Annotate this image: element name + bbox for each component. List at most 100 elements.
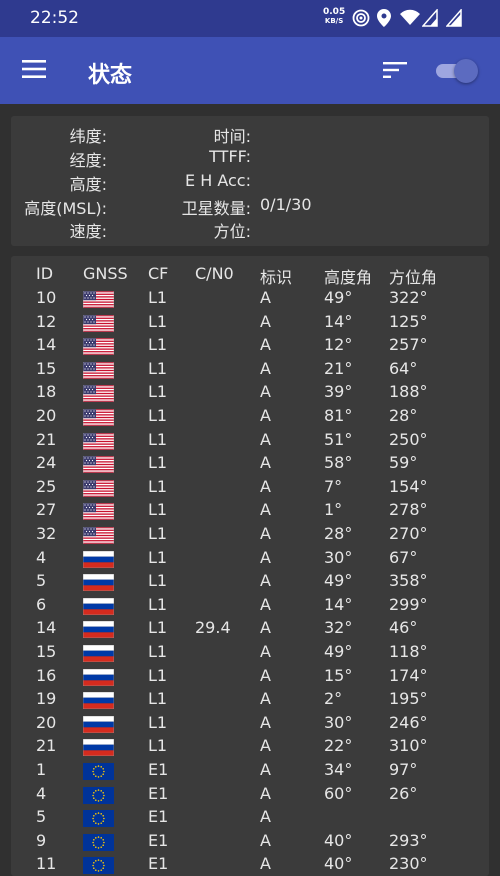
table-row: 20 L1 A 30° 246°: [11, 713, 489, 737]
table-row: 20 L1 A 81° 28°: [11, 406, 489, 430]
table-row: 4 L1 A 30° 67°: [11, 548, 489, 572]
header-azimuth[interactable]: 方位角: [389, 264, 437, 288]
sat-elevation: 81°: [324, 406, 353, 425]
sat-flags: A: [260, 571, 271, 591]
sat-cf: L1: [148, 311, 168, 331]
sat-id: 14: [36, 618, 57, 638]
table-row: 5 L1 A 49° 358°: [11, 571, 489, 595]
sat-elevation: 28°: [324, 524, 353, 543]
table-row: 14 L1 29.4 A 32° 46°: [11, 618, 489, 642]
sat-cf: L1: [148, 288, 168, 307]
sat-id: 24: [36, 453, 57, 473]
sat-azimuth: 230°: [389, 854, 428, 874]
sat-cf: L1: [148, 382, 168, 402]
sat-azimuth: 246°: [389, 712, 428, 732]
sat-azimuth: 293°: [389, 830, 428, 850]
header-cn0[interactable]: C/N0: [195, 264, 234, 283]
us-flag-icon: [83, 338, 114, 356]
table-row: 19 L1 A 2° 195°: [11, 689, 489, 713]
sat-elevation: 2°: [324, 689, 343, 709]
eu-flag-icon: [83, 810, 114, 828]
sat-cf: L1: [148, 642, 168, 661]
header-gnss[interactable]: GNSS: [83, 264, 128, 283]
sat-cf: E1: [148, 760, 169, 779]
sat-elevation: 12°: [324, 335, 353, 355]
header-flags[interactable]: 标识: [260, 264, 292, 288]
us-flag-icon: [83, 527, 114, 544]
sat-cf: L1: [148, 406, 168, 425]
altitude-msl-label: 高度(MSL):: [24, 199, 107, 218]
sort-icon[interactable]: [383, 61, 407, 79]
sat-azimuth: 358°: [389, 571, 428, 591]
sat-cf: E1: [148, 783, 169, 803]
signal-icon: [421, 8, 438, 31]
sat-id: 19: [36, 689, 57, 709]
sat-flags: A: [260, 500, 271, 520]
sat-azimuth: 118°: [389, 642, 428, 661]
table-row: 6 L1 A 14° 299°: [11, 595, 489, 619]
sat-id: 32: [36, 524, 57, 543]
table-row: 21 L1 A 22° 310°: [11, 736, 489, 760]
net-speed-unit: KB/S: [324, 17, 344, 25]
sat-azimuth: 310°: [389, 736, 428, 756]
speed-label: 速度:: [69, 222, 107, 241]
russia-flag-icon: [83, 668, 114, 686]
altitude-label: 高度:: [69, 175, 107, 194]
tracking-toggle[interactable]: [436, 59, 478, 83]
sat-azimuth: 28°: [389, 406, 418, 425]
sat-flags: A: [260, 736, 271, 756]
header-id[interactable]: ID: [36, 264, 53, 283]
sat-elevation: 40°: [324, 854, 353, 874]
header-cf[interactable]: CF: [148, 264, 168, 283]
sat-flags: A: [260, 783, 271, 803]
status-bar: 22:52 0.05 KB/S: [0, 0, 500, 37]
location-info-card: 纬度: 时间: 经度: TTFF: 高度: E H Acc: 高度(MSL): …: [11, 116, 489, 246]
sat-elevation: 39°: [324, 382, 353, 402]
sat-azimuth: 67°: [389, 547, 418, 567]
table-row: 5 E1 A: [11, 807, 489, 831]
sat-flags: A: [260, 382, 271, 402]
header-elevation[interactable]: 高度角: [324, 264, 372, 288]
sat-elevation: 14°: [324, 594, 353, 614]
sat-elevation: 1°: [324, 500, 343, 520]
sat-flags: A: [260, 830, 271, 850]
sat-azimuth: 322°: [389, 288, 428, 307]
sat-count-value: 0/1/30: [260, 195, 312, 214]
sat-flags: A: [260, 288, 271, 307]
sat-id: 9: [36, 830, 47, 850]
sat-azimuth: 195°: [389, 689, 428, 709]
russia-flag-icon: [83, 550, 114, 568]
menu-icon[interactable]: [22, 59, 46, 79]
page-title: 状态: [88, 63, 133, 88]
sat-id: 5: [36, 571, 47, 591]
sat-flags: A: [260, 406, 271, 425]
info-row-4: 高度(MSL): 卫星数量: 0/1/30: [11, 195, 489, 219]
table-row: 9 E1 A 40° 293°: [11, 831, 489, 855]
sat-id: 27: [36, 500, 57, 520]
info-row-1: 纬度: 时间:: [11, 123, 489, 147]
status-time: 22:52: [30, 8, 79, 28]
sat-elevation: 30°: [324, 547, 353, 567]
sat-id: 5: [36, 807, 47, 827]
us-flag-icon: [83, 409, 114, 426]
info-row-5: 速度: 方位:: [11, 218, 489, 242]
sat-id: 20: [36, 406, 57, 425]
table-row: 25 L1 A 7° 154°: [11, 477, 489, 501]
location-icon: [377, 9, 391, 31]
sat-id: 16: [36, 665, 57, 685]
sat-flags: A: [260, 665, 271, 685]
sat-flags: A: [260, 642, 271, 661]
net-speed-value: 0.05: [323, 7, 346, 17]
table-row: 18 L1 A 39° 188°: [11, 382, 489, 406]
sat-elevation: 34°: [324, 760, 353, 779]
table-row: 1 E1 A 34° 97°: [11, 760, 489, 784]
us-flag-icon: [83, 291, 114, 308]
sat-id: 4: [36, 547, 47, 567]
sat-elevation: 58°: [324, 453, 353, 473]
sat-id: 25: [36, 476, 57, 496]
sat-elevation: 21°: [324, 358, 353, 378]
bearing-label: 方位:: [213, 222, 251, 241]
russia-flag-icon: [83, 692, 114, 710]
sat-azimuth: 270°: [389, 524, 428, 543]
sat-azimuth: 250°: [389, 429, 428, 449]
